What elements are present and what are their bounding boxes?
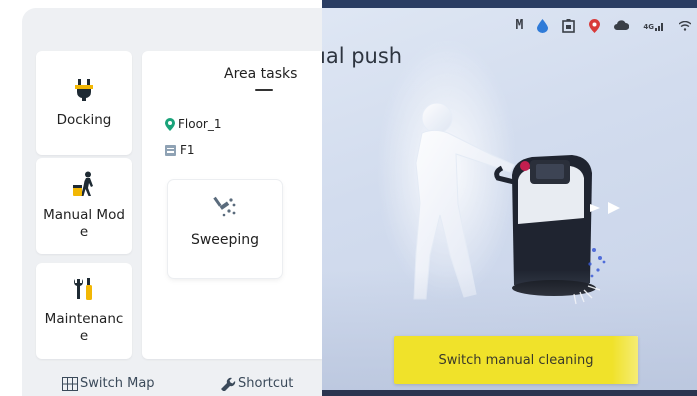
manual-mode-label: Manual Mod e xyxy=(43,207,125,240)
floor-selector[interactable]: Floor_1 xyxy=(165,117,222,131)
docking-label: Docking xyxy=(56,111,112,128)
shortcut-link[interactable]: Shortcut xyxy=(220,376,293,391)
area-tasks-underline xyxy=(255,89,273,91)
map-selector[interactable]: F1 xyxy=(165,143,195,157)
plug-icon xyxy=(75,78,93,101)
shortcut-label: Shortcut xyxy=(238,376,294,391)
manual-mode-button[interactable]: Manual Mod e xyxy=(36,158,132,254)
switch-map-label: Switch Map xyxy=(80,376,155,391)
tools-icon xyxy=(74,278,92,300)
switch-manual-cleaning-button[interactable]: Switch manual cleaning xyxy=(394,336,638,384)
person-push-icon xyxy=(73,171,93,196)
location-pin-icon xyxy=(165,117,175,131)
motion-arrows xyxy=(590,202,620,214)
maintenance-button[interactable]: Maintenanc e xyxy=(36,263,132,359)
map-label: F1 xyxy=(180,143,195,157)
control-panel: Docking Manual Mod e Maintenanc e Area t… xyxy=(22,8,322,396)
screen-bezel-bottom xyxy=(322,390,697,396)
sweeping-task-card[interactable]: Sweeping xyxy=(168,180,282,278)
maintenance-label: Maintenanc e xyxy=(44,311,124,344)
map-icon xyxy=(165,144,176,156)
area-tasks-title: Area tasks xyxy=(224,66,298,82)
app-left-panel: Docking Manual Mod e Maintenanc e Area t… xyxy=(0,0,322,396)
sweeping-label: Sweeping xyxy=(190,232,260,248)
area-tasks-card: Area tasks Floor_1 F1 Sweeping xyxy=(142,51,322,359)
docking-button[interactable]: Docking xyxy=(36,51,132,155)
broom-icon xyxy=(213,196,236,217)
floor-label: Floor_1 xyxy=(178,117,222,131)
manual-push-screen: M 4G ıal push Switch manual cleaning xyxy=(322,0,697,396)
wrench-icon xyxy=(221,377,236,391)
switch-map-link[interactable]: Switch Map xyxy=(62,376,155,391)
map-grid-icon xyxy=(62,376,78,391)
